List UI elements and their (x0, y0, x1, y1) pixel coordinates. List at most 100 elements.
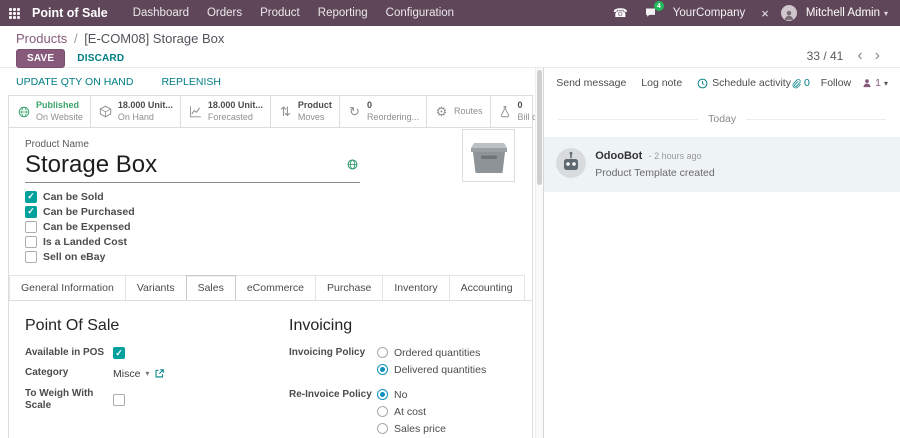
follow-button[interactable]: Follow (821, 77, 851, 89)
phone-systray-button[interactable]: ☎ (605, 0, 636, 26)
tab-general-information[interactable]: General Information (9, 275, 126, 300)
stat-line1: 18.000 Unit... (208, 100, 263, 112)
radio-sales-price[interactable]: Sales price (377, 423, 446, 435)
breadcrumb-current: [E-COM08] Storage Box (84, 31, 224, 46)
tab-sales[interactable]: Sales (186, 275, 236, 300)
tab-variants[interactable]: Variants (125, 275, 187, 300)
pager-previous-button[interactable]: ‹ (853, 51, 866, 61)
stat-button-box: Published On Website 18.000 Unit... On H… (9, 96, 532, 128)
stat-text: 18.000 Unit... Forecasted (208, 100, 263, 123)
available-in-pos-label: Available in POS (25, 347, 113, 360)
stat-line2: On Website (36, 112, 83, 124)
breadcrumb-products-link[interactable]: Products (16, 31, 67, 46)
message-content: OdooBot - 2 hours ago Product Template c… (595, 148, 714, 179)
followers-button[interactable]: 1 ▾ (862, 77, 888, 89)
radio-label: Delivered quantities (394, 364, 486, 376)
tab-purchase[interactable]: Purchase (315, 275, 383, 300)
control-panel: Products / [E-COM08] Storage Box SAVE DI… (0, 26, 900, 68)
radio-circle (377, 364, 388, 375)
breadcrumb: Products / [E-COM08] Storage Box (16, 31, 224, 46)
debug-close-button[interactable]: × (753, 0, 777, 26)
menu-dashboard[interactable]: Dashboard (124, 0, 198, 26)
product-image[interactable] (462, 129, 515, 182)
radio-at-cost[interactable]: At cost (377, 406, 446, 418)
menu-reporting[interactable]: Reporting (309, 0, 377, 26)
pager-value: 33 / 41 (807, 49, 844, 63)
attachments-button[interactable]: 0 (791, 77, 810, 89)
storage-box-image (464, 131, 514, 181)
checkbox-can-be-sold[interactable]: ✓ Can be Sold (25, 191, 104, 203)
discard-button[interactable]: DISCARD (67, 50, 134, 67)
radio-circle (377, 389, 388, 400)
radio-no[interactable]: No (377, 389, 446, 401)
external-link-icon[interactable] (154, 368, 165, 379)
stat-button-forecasted[interactable]: 18.000 Unit... Forecasted (181, 96, 271, 127)
chevron-down-icon: ▾ (145, 369, 149, 378)
radio-circle (377, 347, 388, 358)
replenish-button[interactable]: REPLENISH (161, 76, 221, 88)
user-name: Mitchell Admin (806, 7, 880, 19)
checkbox-box: ✓ (25, 191, 37, 203)
checkbox-label: Can be Purchased (43, 206, 135, 218)
radio-label: At cost (394, 406, 426, 418)
schedule-activity-button[interactable]: Schedule activity (697, 77, 791, 89)
control-panel-left: Products / [E-COM08] Storage Box SAVE DI… (16, 31, 224, 67)
follower-count: 1 (875, 77, 881, 89)
available-in-pos-checkbox[interactable]: ✓ (113, 347, 125, 359)
checkbox-is-landed-cost[interactable]: ✓ Is a Landed Cost (25, 236, 127, 248)
check-icon: ✓ (27, 192, 35, 201)
grid-icon (9, 8, 20, 19)
message-author[interactable]: OdooBot (595, 150, 642, 162)
app-name[interactable]: Point of Sale (32, 6, 108, 20)
pos-section-heading: Point Of Sale (25, 317, 271, 335)
cube-icon (98, 105, 113, 118)
gear-icon: ⚙ (434, 105, 449, 118)
stat-button-routes[interactable]: ⚙ Routes (427, 96, 491, 127)
breadcrumb-separator: / (74, 31, 78, 46)
scrollbar-thumb[interactable] (537, 70, 542, 185)
tab-ecommerce[interactable]: eCommerce (235, 275, 316, 300)
product-name-input[interactable]: Storage Box (25, 151, 360, 179)
save-button[interactable]: SAVE (16, 49, 65, 68)
vertical-scrollbar[interactable] (535, 68, 543, 438)
checkbox-box: ✓ (25, 221, 37, 233)
checkbox-can-be-purchased[interactable]: ✓ Can be Purchased (25, 206, 135, 218)
date-separator-label: Today (708, 113, 736, 125)
stat-button-published[interactable]: Published On Website (9, 96, 91, 127)
menu-orders[interactable]: Orders (198, 0, 251, 26)
invoicing-section-heading: Invoicing (289, 317, 516, 335)
field-to-weigh: To Weigh With Scale ✓ (25, 388, 271, 413)
company-switcher[interactable]: YourCompany (665, 0, 753, 26)
menu-configuration[interactable]: Configuration (377, 0, 463, 26)
invoicing-section: Invoicing Invoicing Policy Ordered quant… (289, 317, 516, 438)
log-note-button[interactable]: Log note (641, 77, 682, 89)
field-reinvoice-policy: Re-Invoice Policy No At cost (289, 389, 516, 435)
sales-tab-content: Point Of Sale Available in POS ✓ Categor… (9, 301, 532, 438)
stat-button-reordering-rules[interactable]: ↻ 0 Reordering... (340, 96, 427, 127)
odoobot-avatar[interactable] (556, 148, 586, 178)
checkbox-can-be-expensed[interactable]: ✓ Can be Expensed (25, 221, 131, 233)
stat-button-product-moves[interactable]: ⇅ Product Moves (271, 96, 340, 127)
to-weigh-checkbox[interactable]: ✓ (113, 394, 125, 406)
user-menu[interactable]: Mitchell Admin ▾ (777, 5, 892, 21)
messages-systray-button[interactable]: 4 (636, 0, 665, 26)
checkbox-sell-on-ebay[interactable]: ✓ Sell on eBay (25, 251, 105, 263)
pager-next-button[interactable]: › (871, 51, 884, 61)
stat-line2: Reordering... (367, 112, 419, 124)
translate-globe-icon[interactable] (347, 159, 358, 173)
tab-inventory[interactable]: Inventory (382, 275, 449, 300)
message-time: - 2 hours ago (649, 151, 702, 161)
update-qty-on-hand-button[interactable]: UPDATE QTY ON HAND (16, 76, 133, 88)
checkbox-label: Is a Landed Cost (43, 236, 127, 248)
radio-label: Sales price (394, 423, 446, 435)
person-icon (783, 9, 795, 21)
radio-delivered-quantities[interactable]: Delivered quantities (377, 364, 486, 376)
radio-ordered-quantities[interactable]: Ordered quantities (377, 347, 486, 359)
pager: 33 / 41 ‹ › (807, 31, 884, 67)
stat-button-on-hand[interactable]: 18.000 Unit... On Hand (91, 96, 181, 127)
category-dropdown[interactable]: Misce ▾ (113, 368, 165, 380)
menu-product[interactable]: Product (251, 0, 309, 26)
send-message-button[interactable]: Send message (556, 77, 626, 89)
tab-accounting[interactable]: Accounting (449, 275, 525, 300)
apps-menu-icon[interactable] (0, 0, 28, 26)
